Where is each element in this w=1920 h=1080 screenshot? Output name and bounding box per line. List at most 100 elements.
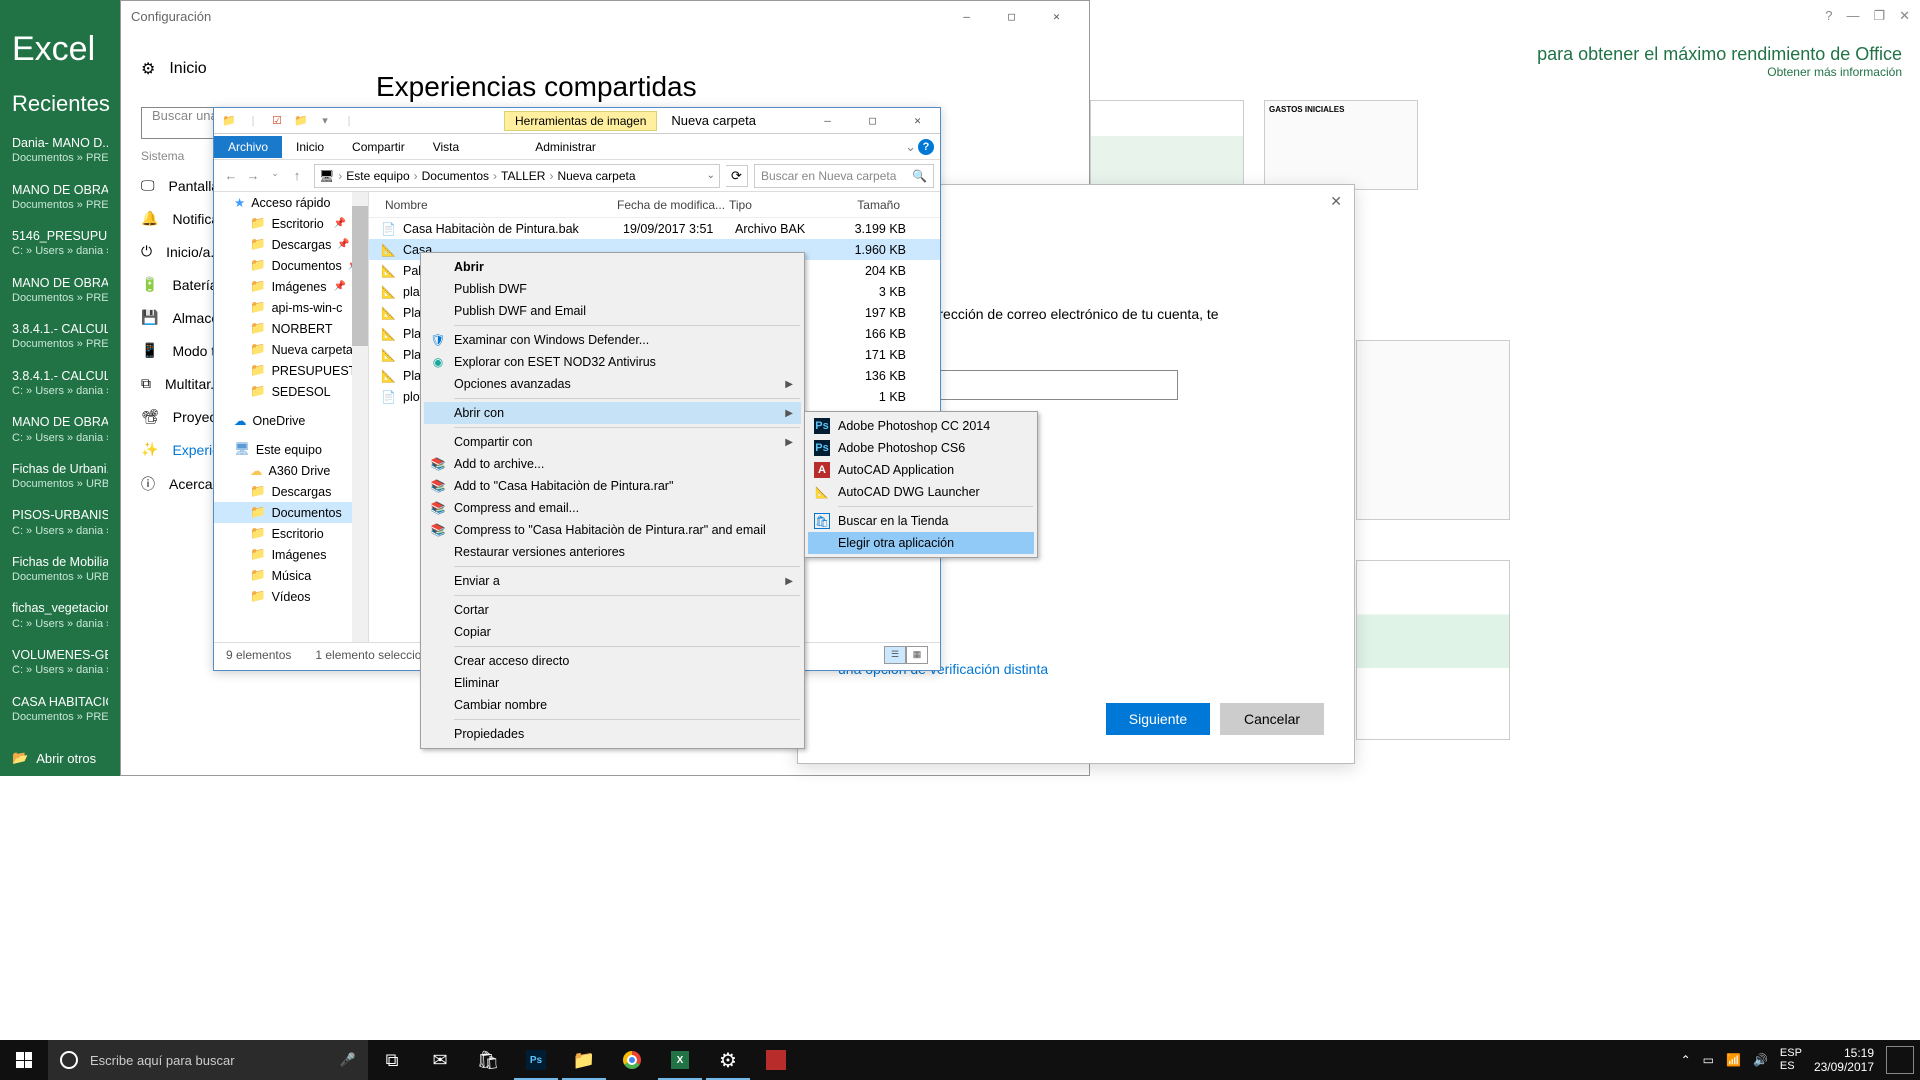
tab-file[interactable]: Archivo bbox=[214, 136, 282, 158]
submenu-item[interactable]: PsAdobe Photoshop CS6 bbox=[808, 437, 1034, 459]
context-menu-item[interactable]: Restaurar versiones anteriores bbox=[424, 541, 801, 563]
next-button[interactable]: Siguiente bbox=[1106, 703, 1210, 735]
tree-item[interactable]: 📁Nueva carpeta bbox=[214, 339, 368, 360]
tree-item[interactable]: 📁Imágenes📌 bbox=[214, 276, 368, 297]
tree-item[interactable]: 📁Música bbox=[214, 565, 368, 586]
recent-file-item[interactable]: VOLUMENES-GE...C: » Users » dania » ... bbox=[12, 647, 108, 678]
recent-file-item[interactable]: PISOS-URBANIS...C: » Users » dania » ... bbox=[12, 507, 108, 538]
context-menu-item[interactable]: Publish DWF and Email bbox=[424, 300, 801, 322]
context-menu-item[interactable]: 📚Compress and email... bbox=[424, 497, 801, 519]
this-pc[interactable]: 🖥Este equipo bbox=[214, 439, 368, 460]
recent-file-item[interactable]: 3.8.4.1.- CALCULO...Documentos » PRES... bbox=[12, 321, 108, 352]
tree-item[interactable]: ☁A360 Drive bbox=[214, 460, 368, 481]
crumb[interactable]: Documentos bbox=[422, 169, 489, 183]
tree-item[interactable]: 📁NORBERT bbox=[214, 318, 368, 339]
up-icon[interactable]: ↑ bbox=[286, 168, 308, 183]
explorer-search[interactable]: Buscar en Nueva carpeta 🔍 bbox=[754, 164, 934, 188]
context-menu-item[interactable]: Cambiar nombre bbox=[424, 694, 801, 716]
refresh-button[interactable]: ⟳ bbox=[726, 165, 748, 187]
context-menu-item[interactable]: Enviar a▶ bbox=[424, 570, 801, 592]
properties-qat-icon[interactable]: ☑ bbox=[266, 110, 288, 132]
tab-home[interactable]: Inicio bbox=[282, 136, 338, 158]
template-thumb[interactable] bbox=[1356, 340, 1510, 520]
context-menu-item[interactable]: 📚Add to "Casa Habitaciòn de Pintura.rar" bbox=[424, 475, 801, 497]
template-thumb[interactable] bbox=[1090, 100, 1244, 190]
context-menu-item[interactable]: 🛡Examinar con Windows Defender... bbox=[424, 329, 801, 351]
submenu-item[interactable]: Elegir otra aplicación bbox=[808, 532, 1034, 554]
settings-taskbar-icon[interactable]: ⚙ bbox=[704, 1040, 752, 1080]
template-thumb[interactable] bbox=[1356, 560, 1510, 740]
photoshop-taskbar-icon[interactable]: Ps bbox=[512, 1040, 560, 1080]
submenu-item[interactable]: 📐AutoCAD DWG Launcher bbox=[808, 481, 1034, 503]
submenu-item[interactable]: 🛍Buscar en la Tienda bbox=[808, 510, 1034, 532]
dialog-close-button[interactable]: ✕ bbox=[1330, 193, 1342, 210]
crumb[interactable]: Nueva carpeta bbox=[557, 169, 635, 183]
qat-dropdown-icon[interactable]: ▾ bbox=[314, 110, 336, 132]
context-menu-item[interactable]: Propiedades bbox=[424, 723, 801, 745]
tree-item[interactable]: 📁Descargas bbox=[214, 481, 368, 502]
explorer-titlebar[interactable]: 📁 | ☑ 📁 ▾ | Herramientas de imagen Nueva… bbox=[214, 108, 940, 134]
view-toggle[interactable]: ☰ ▦ bbox=[884, 646, 928, 664]
search-icon[interactable]: 🔍 bbox=[912, 169, 927, 183]
volume-icon[interactable]: 🔊 bbox=[1753, 1053, 1768, 1067]
autocad-taskbar-icon[interactable] bbox=[752, 1040, 800, 1080]
close-icon[interactable]: ✕ bbox=[1899, 8, 1910, 24]
crumb[interactable]: Este equipo bbox=[346, 169, 409, 183]
tree-item[interactable]: 📁Escritorio bbox=[214, 523, 368, 544]
context-menu-item[interactable]: Abrir bbox=[424, 256, 801, 278]
col-size[interactable]: Tamaño bbox=[844, 198, 908, 212]
recent-file-item[interactable]: MANO DE OBRA...Documentos » PRES... bbox=[12, 275, 108, 306]
wifi-icon[interactable]: 📶 bbox=[1726, 1053, 1741, 1067]
column-headers[interactable]: Nombre Fecha de modifica... Tipo Tamaño bbox=[369, 192, 940, 218]
maximize-button[interactable]: □ bbox=[850, 108, 895, 133]
tree-item[interactable]: 📁SEDESOL bbox=[214, 381, 368, 402]
store-icon[interactable]: 🛍 bbox=[464, 1040, 512, 1080]
back-icon[interactable]: ← bbox=[220, 168, 242, 183]
navigation-pane[interactable]: ★Acceso rápido 📁Escritorio📌📁Descargas📌📁D… bbox=[214, 192, 369, 642]
minimize-button[interactable]: — bbox=[944, 2, 989, 30]
col-type[interactable]: Tipo bbox=[729, 198, 844, 212]
recent-file-item[interactable]: Fichas de Urbani...Documentos » URBA... bbox=[12, 461, 108, 492]
recent-file-item[interactable]: Dania- MANO D...Documentos » PRES... bbox=[12, 135, 108, 166]
quick-access[interactable]: ★Acceso rápido bbox=[214, 192, 368, 213]
start-button[interactable] bbox=[0, 1040, 48, 1080]
tab-view[interactable]: Vista bbox=[419, 136, 473, 158]
tree-item[interactable]: 📁Vídeos bbox=[214, 586, 368, 607]
tree-item[interactable]: 📁Documentos📌 bbox=[214, 255, 368, 276]
ribbon-toggle-icon[interactable]: ⌄ bbox=[905, 139, 916, 155]
system-tray[interactable]: ⌃ ▭ 📶 🔊 ESP ES 15:19 23/09/2017 bbox=[1681, 1046, 1920, 1075]
template-thumb[interactable]: GASTOS INICIALES bbox=[1264, 100, 1418, 190]
breadcrumb-dropdown-icon[interactable]: ⌄ bbox=[707, 170, 715, 181]
tree-item[interactable]: 📁Documentos bbox=[214, 502, 368, 523]
mic-icon[interactable]: 🎤 bbox=[340, 1052, 356, 1068]
context-menu-item[interactable]: ◉Explorar con ESET NOD32 Antivirus bbox=[424, 351, 801, 373]
submenu-item[interactable]: AAutoCAD Application bbox=[808, 459, 1034, 481]
forward-icon[interactable]: → bbox=[242, 168, 264, 183]
open-other-link[interactable]: 📂 Abrir otros bbox=[12, 750, 96, 766]
folder-icon[interactable]: 📁 bbox=[218, 110, 240, 132]
recent-file-item[interactable]: 5146_PRESUPUE...C: » Users » dania » ... bbox=[12, 228, 108, 259]
tree-item[interactable]: 📁api-ms-win-c bbox=[214, 297, 368, 318]
contextual-tab-label[interactable]: Herramientas de imagen bbox=[504, 111, 657, 131]
tree-item[interactable]: 📁Escritorio📌 bbox=[214, 213, 368, 234]
recent-file-item[interactable]: 3.8.4.1.- CALCULO...C: » Users » dania »… bbox=[12, 368, 108, 399]
action-center-icon[interactable] bbox=[1886, 1046, 1914, 1074]
chrome-taskbar-icon[interactable] bbox=[608, 1040, 656, 1080]
battery-icon[interactable]: ▭ bbox=[1703, 1053, 1714, 1067]
context-menu-item[interactable]: Opciones avanzadas▶ bbox=[424, 373, 801, 395]
maximize-button[interactable]: □ bbox=[989, 2, 1034, 30]
recent-file-item[interactable]: fichas_vegetacion...C: » Users » dania »… bbox=[12, 600, 108, 631]
scrollbar-thumb[interactable] bbox=[352, 206, 368, 346]
settings-home[interactable]: ⚙ Inicio bbox=[121, 51, 326, 87]
help-icon[interactable]: ? bbox=[918, 139, 934, 155]
context-menu-item[interactable]: Copiar bbox=[424, 621, 801, 643]
file-row[interactable]: 📄 Casa Habitaciòn de Pintura.bak 19/09/2… bbox=[369, 218, 940, 239]
banner-more-link[interactable]: Obtener más información bbox=[1767, 65, 1902, 79]
context-menu-item[interactable]: 📚Add to archive... bbox=[424, 453, 801, 475]
breadcrumb[interactable]: 🖥 › Este equipo› Documentos› TALLER› Nue… bbox=[314, 164, 720, 188]
context-menu-item[interactable]: Compartir con▶ bbox=[424, 431, 801, 453]
clock[interactable]: 15:19 23/09/2017 bbox=[1814, 1046, 1874, 1075]
excel-taskbar-icon[interactable]: X bbox=[656, 1040, 704, 1080]
recent-file-item[interactable]: CASA HABITACIO...Documentos » PRES... bbox=[12, 694, 108, 725]
tree-item[interactable]: 📁Imágenes bbox=[214, 544, 368, 565]
